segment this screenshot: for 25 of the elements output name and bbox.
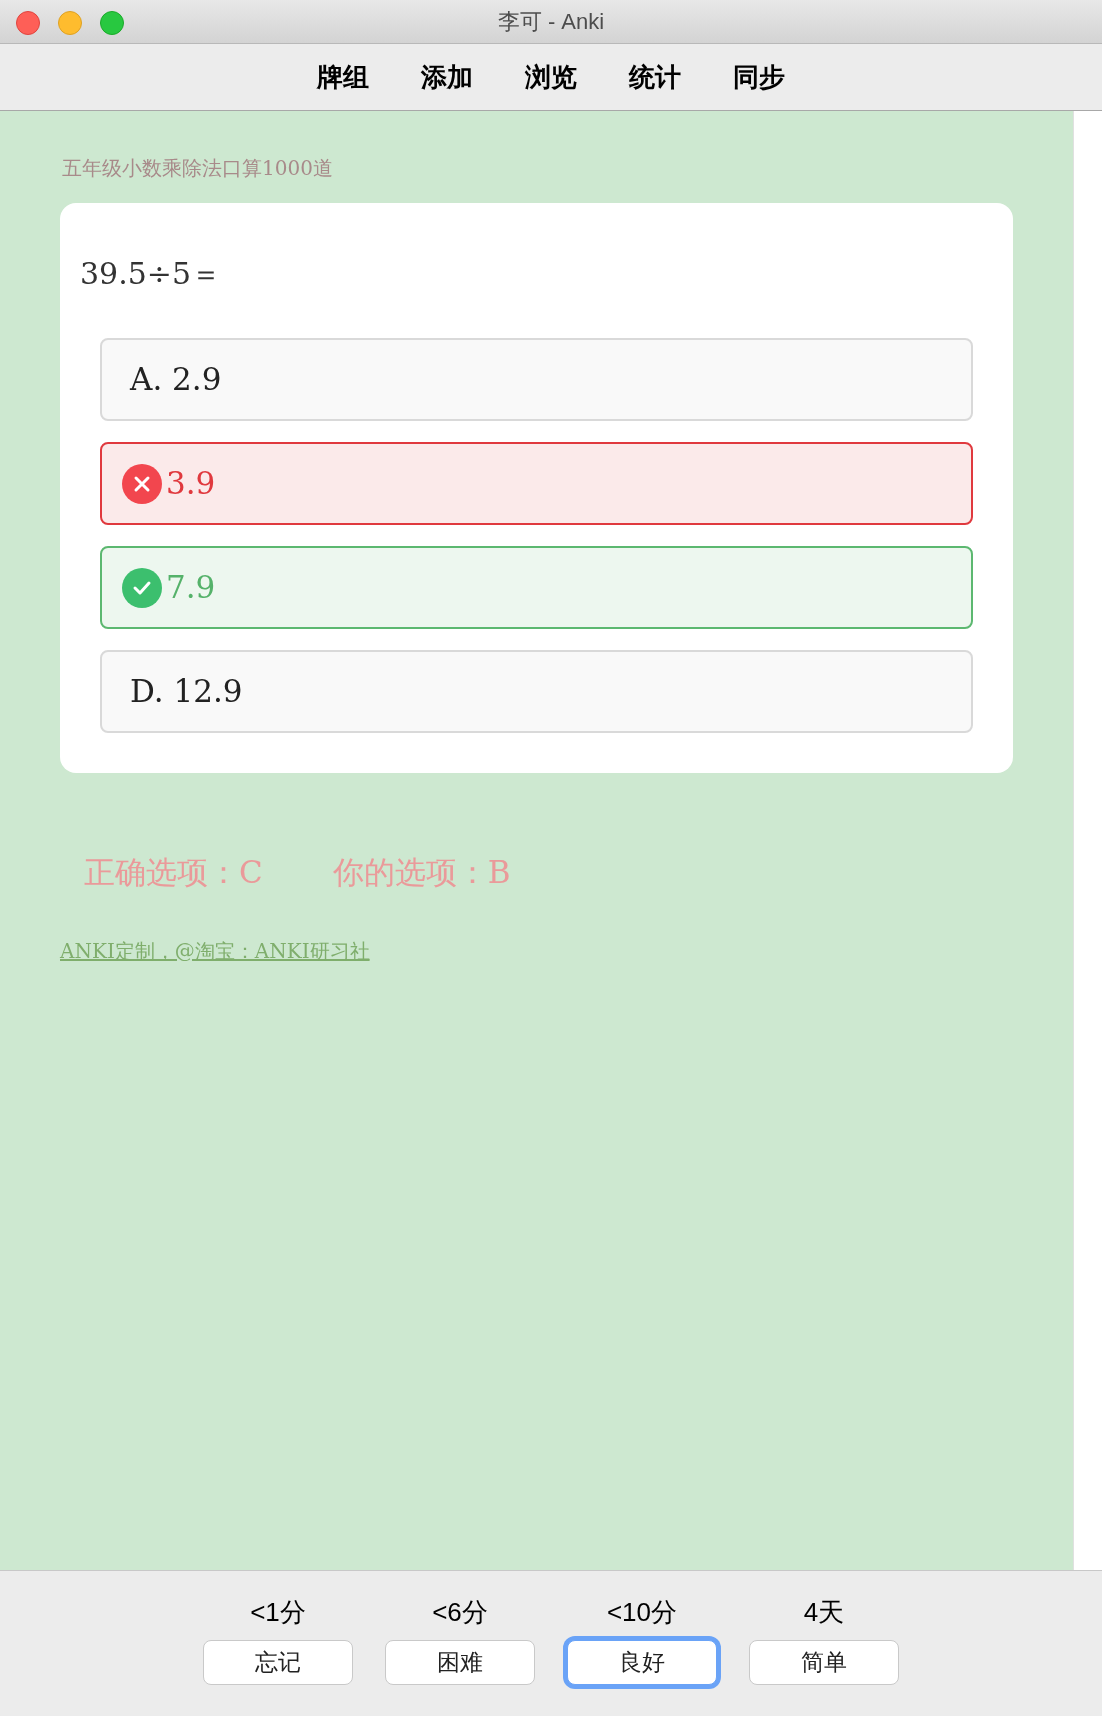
answer-button[interactable]: 简单	[749, 1640, 899, 1685]
toolbar-link[interactable]: 统计	[629, 57, 681, 97]
toolbar-link[interactable]: 添加	[421, 57, 473, 97]
toolbar-link[interactable]: 同步	[733, 57, 785, 97]
deck-title: 五年级小数乘除法口算1000道	[62, 155, 334, 182]
interval-label: 4天	[803, 1596, 845, 1629]
interval-label: <10分	[606, 1596, 678, 1629]
answer-option[interactable]: A. 2.9	[100, 338, 973, 421]
answer-button[interactable]: 困难	[385, 1640, 535, 1685]
result-text: 正确选项：C	[84, 853, 263, 892]
minimize-window-icon[interactable]	[58, 11, 82, 35]
answer-option[interactable]: D. 12.9	[100, 650, 973, 733]
close-icon	[122, 463, 162, 504]
window-title: 李可 - Anki	[497, 8, 605, 36]
result-text: 你的选项：B	[332, 853, 511, 892]
answer-button[interactable]: 忘记	[203, 1640, 353, 1685]
question-text: 39.5÷5＝	[80, 255, 223, 293]
maximize-window-icon[interactable]	[100, 11, 124, 35]
toolbar-link[interactable]: 牌组	[317, 57, 369, 97]
answer-option[interactable]: 3.9	[100, 442, 973, 525]
interval-label: <6分	[432, 1596, 488, 1629]
check-icon	[122, 567, 162, 608]
close-window-icon[interactable]	[16, 11, 40, 35]
toolbar-link[interactable]: 浏览	[525, 57, 577, 97]
interval-label: <1分	[250, 1596, 306, 1629]
